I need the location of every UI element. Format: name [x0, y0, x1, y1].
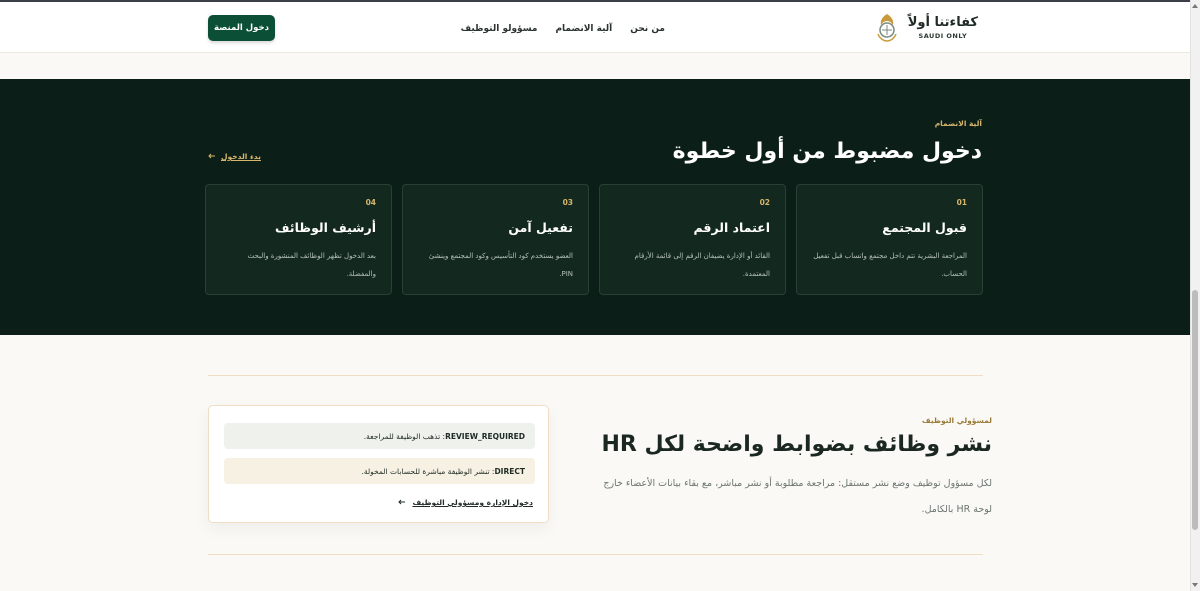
- steps-list: 01 قبول المجتمع المراجعة البشرية تتم داخ…: [205, 184, 983, 295]
- join-section: آلية الانضمام دخول مضبوط من أول خطوة بدء…: [0, 79, 1190, 335]
- step-title: أرشيف الوظائف: [275, 220, 376, 235]
- arrow-left-icon: [398, 498, 406, 507]
- start-login-label: بدء الدخول: [221, 152, 261, 161]
- section-divider: [208, 554, 983, 555]
- step-title: اعتماد الرقم: [693, 220, 770, 235]
- step-number: 02: [759, 198, 770, 207]
- mode-code: REVIEW_REQUIRED: [445, 431, 525, 441]
- brand-text: كفاءتنا أولاً SAUDI ONLY: [908, 15, 978, 40]
- platform-login-button[interactable]: دخول المنصة: [208, 15, 275, 41]
- nav-join-mechanism[interactable]: آلية الانضمام: [555, 24, 612, 34]
- brand-subtitle: SAUDI ONLY: [918, 31, 968, 40]
- nav-recruiters[interactable]: مسؤولو التوظيف: [461, 24, 538, 34]
- step-description: بعد الدخول تظهر الوظائف المنشورة والبحث …: [247, 252, 376, 278]
- brand-name: كفاءتنا أولاً: [907, 14, 978, 30]
- step-number: 01: [956, 198, 967, 207]
- hr-description: لكل مسؤول توظيف وضع نشر مستقل: مراجعة مط…: [603, 478, 992, 515]
- start-login-link[interactable]: بدء الدخول: [208, 152, 261, 161]
- arrow-left-icon: [208, 152, 216, 161]
- mode-text: : تذهب الوظيفة للمراجعة.: [363, 431, 446, 441]
- admin-login-label: دخول الإدارة ومسؤولي التوظيف: [412, 498, 533, 507]
- nav-about[interactable]: من نحن: [630, 24, 665, 34]
- mode-code: DIRECT: [494, 466, 525, 476]
- section-divider: [208, 375, 983, 376]
- scrollbar-thumb[interactable]: [1192, 290, 1198, 530]
- step-title: قبول المجتمع: [882, 220, 967, 235]
- mode-direct: DIRECT : تنشر الوظيفة مباشرة للحسابات ال…: [224, 458, 535, 484]
- step-number: 03: [562, 198, 573, 207]
- step-card: 03 تفعيل آمن العضو يستخدم كود التأسيس وك…: [402, 184, 589, 295]
- mode-review-required: REVIEW_REQUIRED : تذهب الوظيفة للمراجعة.: [224, 423, 535, 449]
- site-header: كفاءتنا أولاً SAUDI ONLY من نحن آلية الا…: [0, 2, 1190, 53]
- logo-icon: [874, 12, 900, 42]
- publish-modes-panel: REVIEW_REQUIRED : تذهب الوظيفة للمراجعة.…: [208, 405, 549, 523]
- join-eyebrow: آلية الانضمام: [934, 119, 982, 128]
- hr-eyebrow: لمسؤولي التوظيف: [921, 416, 992, 425]
- brand[interactable]: كفاءتنا أولاً SAUDI ONLY: [874, 12, 978, 42]
- mode-text: : تنشر الوظيفة مباشرة للحسابات المخولة.: [361, 466, 495, 476]
- step-description: العضو يستخدم كود التأسيس وكود المجتمع وي…: [428, 252, 573, 278]
- step-title: تفعيل آمن: [508, 220, 573, 235]
- scroll-up-icon[interactable]: [1192, 4, 1198, 8]
- hr-title: نشر وظائف بضوابط واضحة لكل HR: [601, 432, 992, 457]
- step-card: 04 أرشيف الوظائف بعد الدخول تظهر الوظائف…: [205, 184, 392, 295]
- step-card: 01 قبول المجتمع المراجعة البشرية تتم داخ…: [796, 184, 983, 295]
- join-title: دخول مضبوط من أول خطوة: [672, 139, 982, 164]
- scroll-down-icon[interactable]: [1192, 583, 1198, 587]
- step-number: 04: [365, 198, 376, 207]
- step-description: المراجعة البشرية تتم داخل مجتمع واتساب ق…: [813, 252, 967, 278]
- main-nav: من نحن آلية الانضمام مسؤولو التوظيف: [461, 24, 665, 34]
- step-description: القائد أو الإدارة يضيفان الرقم إلى قائمة…: [634, 252, 770, 278]
- page-scrollbar[interactable]: [1190, 0, 1200, 591]
- step-card: 02 اعتماد الرقم القائد أو الإدارة يضيفان…: [599, 184, 786, 295]
- admin-recruiter-login-link[interactable]: دخول الإدارة ومسؤولي التوظيف: [398, 498, 533, 507]
